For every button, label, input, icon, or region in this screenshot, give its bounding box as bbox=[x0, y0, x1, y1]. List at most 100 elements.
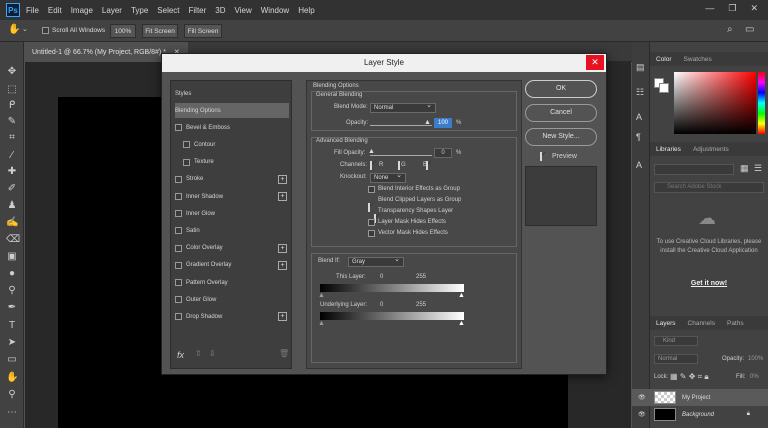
tab-channels[interactable]: Channels bbox=[682, 320, 721, 327]
style-item-drop-shadow[interactable]: Drop Shadow + bbox=[175, 309, 289, 324]
ok-button[interactable]: OK bbox=[525, 80, 597, 98]
opacity-slider-track[interactable] bbox=[370, 125, 432, 126]
menu-view[interactable]: View bbox=[235, 6, 252, 15]
option-checkbox-layer-mask-hides-effects[interactable] bbox=[368, 219, 375, 226]
zoom-100-button[interactable]: 100% bbox=[110, 24, 136, 38]
style-item-inner-glow[interactable]: Inner Glow bbox=[175, 206, 289, 221]
new-style-button[interactable]: New Style... bbox=[525, 128, 597, 146]
type-tool-icon[interactable]: T bbox=[6, 320, 18, 332]
fx-icon[interactable]: fx bbox=[177, 350, 184, 360]
style-item-satin[interactable]: Satin bbox=[175, 223, 289, 238]
cancel-button[interactable]: Cancel bbox=[525, 104, 597, 122]
underlying-black-thumb[interactable]: ▲ bbox=[318, 320, 325, 327]
option-checkbox-blend-clipped-layers-as-group[interactable] bbox=[368, 203, 370, 212]
hand-tool-icon[interactable]: ✋ bbox=[8, 24, 20, 35]
style-item-outer-glow[interactable]: Outer Glow bbox=[175, 292, 289, 307]
marquee-tool-icon[interactable]: ⬚ bbox=[6, 84, 18, 96]
tab-paths[interactable]: Paths bbox=[721, 320, 750, 327]
eyedropper-tool-icon[interactable]: ⁄ bbox=[6, 150, 18, 162]
style-checkbox[interactable] bbox=[175, 244, 182, 252]
layer-opacity-value[interactable]: 100% bbox=[748, 356, 763, 362]
channel-r-checkbox[interactable] bbox=[370, 161, 372, 170]
eraser-tool-icon[interactable]: ⌫ bbox=[6, 234, 20, 246]
list-view-icon[interactable]: ☰ bbox=[754, 163, 762, 174]
menu-filter[interactable]: Filter bbox=[189, 6, 207, 15]
chevron-down-icon[interactable]: ⌄ bbox=[22, 25, 28, 33]
move-down-icon[interactable]: ⇩ bbox=[209, 349, 216, 358]
menu-type[interactable]: Type bbox=[131, 6, 148, 15]
stock-search-input[interactable]: Search Adobe Stock bbox=[654, 182, 764, 193]
workspace-icon[interactable]: ▭ bbox=[745, 24, 754, 35]
style-checkbox[interactable] bbox=[183, 158, 190, 166]
fit-screen-button[interactable]: Fit Screen bbox=[142, 24, 178, 38]
path-select-tool-icon[interactable]: ➤ bbox=[6, 337, 18, 349]
pen-tool-icon[interactable]: ✒ bbox=[6, 302, 18, 314]
style-item-blending-options[interactable]: Blending Options bbox=[175, 103, 289, 118]
quick-select-tool-icon[interactable]: ✎ bbox=[6, 116, 18, 128]
style-checkbox[interactable] bbox=[175, 193, 182, 200]
hue-slider[interactable] bbox=[758, 72, 765, 134]
style-item-stroke[interactable]: Stroke + bbox=[175, 172, 289, 187]
fill-screen-button[interactable]: Fill Screen bbox=[184, 24, 222, 38]
grid-view-icon[interactable]: ▦ bbox=[740, 163, 749, 174]
menu-layer[interactable]: Layer bbox=[102, 6, 122, 15]
color-field[interactable] bbox=[674, 72, 756, 134]
style-checkbox[interactable] bbox=[175, 261, 182, 269]
blend-if-select[interactable]: Gray bbox=[348, 256, 404, 267]
layer-row-background[interactable]: 👁︎ Background 🔒︎ bbox=[632, 406, 768, 423]
style-item-bevel-emboss[interactable]: Bevel & Emboss bbox=[175, 120, 289, 135]
menu-help[interactable]: Help bbox=[298, 6, 314, 15]
get-it-now-link[interactable]: Get it now! bbox=[654, 280, 764, 287]
eye-icon[interactable]: 👁︎ bbox=[638, 411, 650, 418]
fill-opacity-slider-thumb[interactable]: ▲ bbox=[368, 148, 375, 155]
option-checkbox-vector-mask-hides-effects[interactable] bbox=[368, 230, 375, 237]
fill-opacity-slider-track[interactable] bbox=[370, 155, 432, 156]
style-item-inner-shadow[interactable]: Inner Shadow + bbox=[175, 189, 289, 204]
glyphs-panel-icon[interactable]: A bbox=[636, 160, 642, 170]
style-checkbox[interactable] bbox=[175, 279, 182, 286]
fill-value[interactable]: 0% bbox=[750, 374, 759, 380]
paragraph-panel-icon[interactable]: ¶ bbox=[636, 132, 641, 142]
opacity-slider-thumb[interactable]: ▲ bbox=[424, 119, 431, 126]
add-style-icon[interactable]: + bbox=[278, 243, 287, 253]
style-item-texture[interactable]: Texture bbox=[175, 155, 289, 170]
restore-icon[interactable]: ❐ bbox=[728, 3, 736, 14]
history-brush-tool-icon[interactable]: ✍ bbox=[6, 217, 18, 229]
more-tools-icon[interactable]: ⋯ bbox=[6, 407, 18, 419]
tab-layers[interactable]: Layers bbox=[650, 320, 682, 327]
brush-tool-icon[interactable]: ✐ bbox=[6, 183, 18, 195]
menu-file[interactable]: File bbox=[26, 6, 39, 15]
option-checkbox-blend-interior-effects-as-group[interactable] bbox=[368, 186, 375, 193]
opacity-input[interactable]: 100 bbox=[434, 118, 452, 128]
tab-swatches[interactable]: Swatches bbox=[678, 56, 718, 63]
stamp-tool-icon[interactable]: ♟ bbox=[6, 200, 18, 212]
gradient-tool-icon[interactable]: ▣ bbox=[6, 251, 18, 263]
background-color-swatch[interactable] bbox=[659, 83, 669, 93]
channel-g-checkbox[interactable] bbox=[398, 161, 400, 170]
styles-header[interactable]: Styles bbox=[175, 86, 289, 101]
style-item-gradient-overlay[interactable]: Gradient Overlay + bbox=[175, 258, 289, 273]
search-icon[interactable]: ⌕ bbox=[727, 24, 733, 35]
properties-panel-icon[interactable]: ☷ bbox=[636, 87, 644, 98]
scroll-all-checkbox[interactable] bbox=[42, 27, 49, 34]
style-checkbox[interactable] bbox=[175, 227, 182, 235]
healing-tool-icon[interactable]: ✚ bbox=[6, 166, 18, 178]
menu-window[interactable]: Window bbox=[261, 6, 289, 15]
layer-blend-mode-select[interactable]: Normal bbox=[654, 354, 698, 364]
blend-mode-select[interactable]: Normal bbox=[370, 102, 436, 113]
dodge-tool-icon[interactable]: ⚲ bbox=[6, 285, 18, 297]
menu-select[interactable]: Select bbox=[157, 6, 179, 15]
layer-filter-kind[interactable]: Kind bbox=[654, 336, 698, 346]
history-panel-icon[interactable]: ▤ bbox=[636, 62, 645, 73]
close-icon[interactable]: ✕ bbox=[586, 55, 604, 70]
zoom-tool-icon[interactable]: ⚲ bbox=[6, 389, 18, 401]
this-layer-white-thumb[interactable]: ▲ bbox=[458, 292, 465, 299]
lasso-tool-icon[interactable]: ᑭ bbox=[6, 100, 18, 112]
add-style-icon[interactable]: + bbox=[278, 260, 287, 270]
move-tool-icon[interactable]: ✥ bbox=[6, 66, 18, 78]
style-checkbox[interactable] bbox=[175, 210, 182, 218]
style-item-contour[interactable]: Contour bbox=[175, 137, 289, 152]
menu-edit[interactable]: Edit bbox=[48, 6, 62, 15]
knockout-select[interactable]: None bbox=[370, 172, 406, 183]
add-style-icon[interactable]: + bbox=[278, 312, 287, 322]
